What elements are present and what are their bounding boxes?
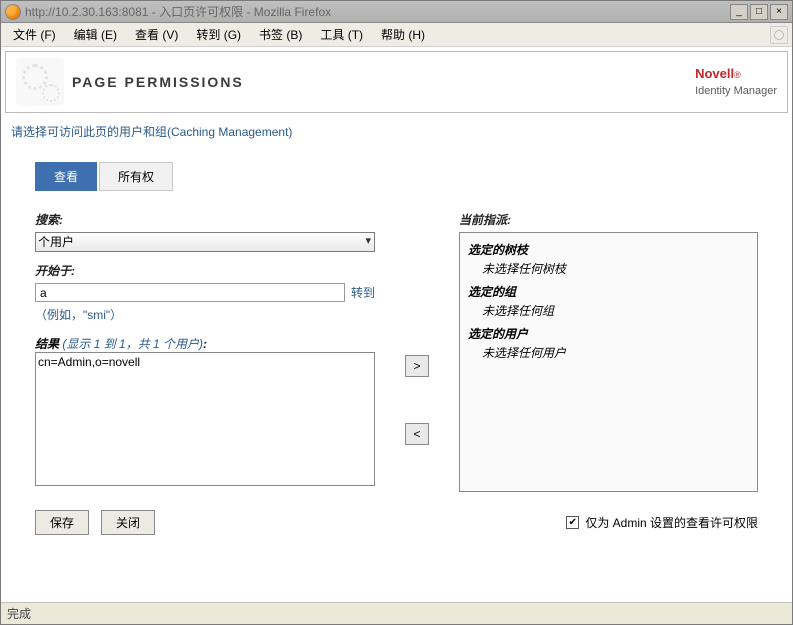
close-button[interactable]: 关闭 bbox=[101, 510, 155, 535]
example-hint: （例如，"smi"） bbox=[35, 306, 375, 323]
tabs: 查看 所有权 bbox=[35, 162, 792, 191]
list-item[interactable]: cn=Admin,o=novell bbox=[38, 355, 372, 369]
search-label: 搜索: bbox=[35, 211, 375, 228]
minimize-button[interactable]: _ bbox=[730, 4, 748, 20]
throbber-icon bbox=[770, 26, 788, 44]
go-link[interactable]: 转到 bbox=[351, 284, 375, 301]
brand-name: Novell bbox=[695, 66, 734, 81]
gears-icon bbox=[16, 58, 64, 106]
firefox-icon bbox=[5, 4, 21, 20]
instruction-text: 请选择可访问此页的用户和组(Caching Management) bbox=[1, 117, 792, 140]
results-label: 结果 (显示 1 到 1，共 1 个用户): bbox=[35, 335, 375, 352]
selected-groups-header: 选定的组 bbox=[468, 283, 749, 300]
assignments-box[interactable]: 选定的树枝 未选择任何树枝 选定的组 未选择任何组 选定的用户 未选择任何用户 bbox=[459, 232, 758, 492]
starts-with-label: 开始于: bbox=[35, 262, 375, 279]
brand-sub: Identity Manager bbox=[695, 85, 777, 97]
close-window-button[interactable]: × bbox=[770, 4, 788, 20]
admin-only-label: 仅为 Admin 设置的查看许可权限 bbox=[585, 514, 758, 531]
selected-containers-header: 选定的树枝 bbox=[468, 241, 749, 258]
assignments-label: 当前指派: bbox=[459, 211, 758, 228]
tab-view[interactable]: 查看 bbox=[35, 162, 97, 191]
remove-button[interactable]: < bbox=[405, 423, 429, 445]
brand-block: Novell® Identity Manager bbox=[695, 66, 777, 98]
search-type-select[interactable]: 个用户 bbox=[35, 232, 375, 252]
brand-reg: ® bbox=[734, 70, 741, 80]
browser-menubar: 文件 (F) 编辑 (E) 查看 (V) 转到 (G) 书签 (B) 工具 (T… bbox=[1, 23, 792, 47]
menu-bookmarks[interactable]: 书签 (B) bbox=[251, 24, 310, 45]
admin-only-checkbox[interactable]: ✔ bbox=[566, 516, 579, 529]
selected-users-header: 选定的用户 bbox=[468, 325, 749, 342]
menu-help[interactable]: 帮助 (H) bbox=[373, 24, 433, 45]
add-button[interactable]: > bbox=[405, 355, 429, 377]
save-button[interactable]: 保存 bbox=[35, 510, 89, 535]
menu-view[interactable]: 查看 (V) bbox=[127, 24, 186, 45]
status-bar: 完成 bbox=[1, 602, 792, 624]
menu-tools[interactable]: 工具 (T) bbox=[312, 24, 371, 45]
starts-with-input[interactable] bbox=[35, 283, 345, 302]
results-listbox[interactable]: cn=Admin,o=novell bbox=[35, 352, 375, 486]
page-title: PAGE PERMISSIONS bbox=[72, 74, 244, 90]
page-header: PAGE PERMISSIONS Novell® Identity Manage… bbox=[5, 51, 788, 113]
selected-users-none: 未选择任何用户 bbox=[468, 344, 749, 361]
selected-groups-none: 未选择任何组 bbox=[468, 302, 749, 319]
maximize-button[interactable]: □ bbox=[750, 4, 768, 20]
window-titlebar: http://10.2.30.163:8081 - 入口页许可权限 - Mozi… bbox=[1, 1, 792, 23]
menu-edit[interactable]: 编辑 (E) bbox=[66, 24, 125, 45]
menu-go[interactable]: 转到 (G) bbox=[188, 24, 249, 45]
menu-file[interactable]: 文件 (F) bbox=[5, 24, 64, 45]
tab-owner[interactable]: 所有权 bbox=[99, 162, 173, 191]
selected-containers-none: 未选择任何树枝 bbox=[468, 260, 749, 277]
window-title: http://10.2.30.163:8081 - 入口页许可权限 - Mozi… bbox=[25, 3, 730, 20]
